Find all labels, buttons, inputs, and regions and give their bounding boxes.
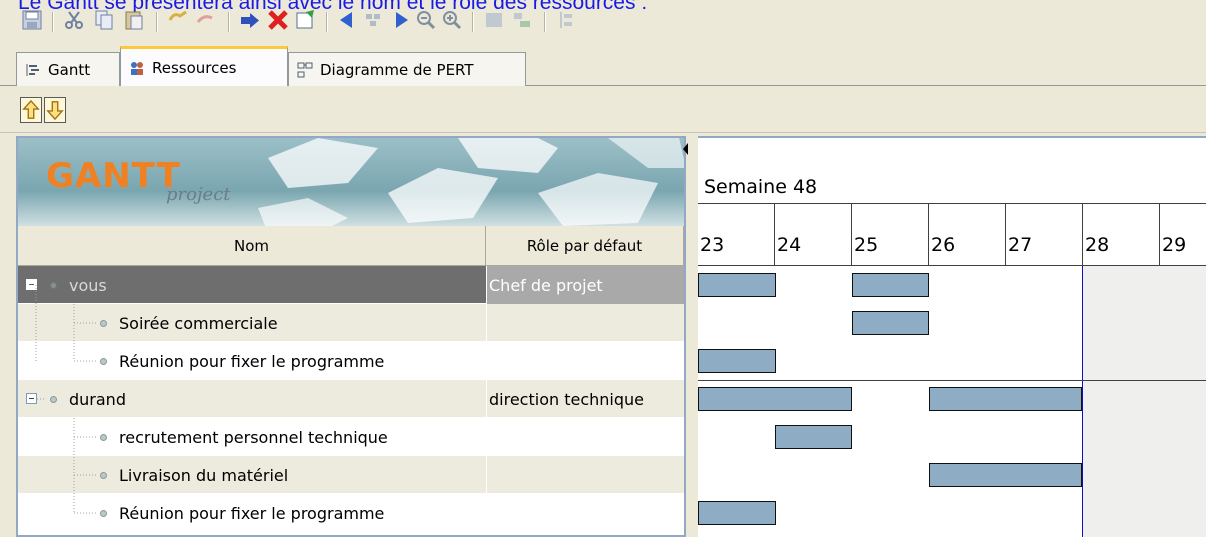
resource-row-vous[interactable]: vous Chef de projet [18,266,684,304]
column-header-role[interactable]: Rôle par défaut [486,226,684,266]
task-bar[interactable] [775,425,852,449]
task-bar[interactable] [852,311,929,335]
panel-splitter[interactable] [682,136,698,537]
properties-icon[interactable] [294,8,318,32]
baseline-icon[interactable] [510,8,534,32]
task-name-cell: Réunion pour fixer le programme [100,494,384,532]
day-header: 23 24 25 26 27 28 29 [698,204,1206,266]
toolbar-separator [472,12,474,32]
toolbar-separator [326,12,328,32]
week-label: Semaine 48 [704,176,818,198]
critical-path-icon[interactable] [482,8,506,32]
task-role-cell[interactable] [486,418,684,456]
tab-gantt-label: Gantt [48,60,91,79]
task-role-cell[interactable] [486,304,684,342]
delete-icon[interactable] [266,8,290,32]
task-name: Soirée commerciale [119,313,278,333]
task-bar[interactable] [929,463,1082,487]
toolbar-separator [156,12,158,32]
toolbar-separator [52,12,54,32]
logo-word: GANTT [46,156,181,196]
pert-icon [297,62,313,77]
resource-row-durand[interactable]: durand direction technique [18,380,684,418]
assignment-bar[interactable] [698,273,776,297]
day-cell: 27 [1005,204,1083,266]
task-row[interactable]: recrutement personnel technique [18,418,684,456]
gantt-window: { "caption": "Le Gantt se présentera ain… [0,0,1206,537]
task-name-cell: Livraison du matériel [100,456,288,494]
gantt-grid [698,266,1206,537]
paste-icon[interactable] [122,8,146,32]
tree-connectors [35,285,96,514]
day-cell: 26 [928,204,1006,266]
task-name: recrutement personnel technique [119,427,388,447]
day-cell: 25 [851,204,929,266]
today-line [1082,266,1083,537]
copy-icon[interactable] [92,8,116,32]
tab-bar: Gantt Ressources Diagramme de PERT [0,44,1206,86]
main-toolbar [0,8,1206,38]
center-icon[interactable] [362,8,386,32]
outline-icon[interactable] [554,8,578,32]
gantt-project-logo: GANTT project [18,138,686,226]
save-icon[interactable] [20,8,44,32]
task-name: Réunion pour fixer le programme [119,503,385,523]
scroll-right-icon[interactable] [388,8,412,32]
gantt-icon [26,63,39,76]
day-cell: 28 [1082,204,1160,266]
zoom-out-icon[interactable] [414,8,438,32]
task-role-cell[interactable] [486,342,684,380]
resource-nav-bar [0,89,1206,133]
move-up-button[interactable] [20,97,42,123]
tab-resources[interactable]: Ressources [120,46,288,86]
task-bar[interactable] [698,349,776,373]
day-cell: 29 [1159,204,1206,266]
task-row[interactable]: Livraison du matériel [18,456,684,494]
link-tasks-icon[interactable] [166,8,190,32]
column-header-name[interactable]: Nom [18,226,486,266]
task-name: Réunion pour fixer le programme [119,351,385,371]
cut-icon[interactable] [62,8,86,32]
tab-resources-label: Ressources [152,58,237,77]
gantt-chart: Semaine 48 23 24 25 26 27 28 29 [698,136,1206,537]
week-header: Semaine 48 [698,140,1206,204]
unlink-tasks-icon[interactable] [194,8,218,32]
indent-icon[interactable] [238,8,262,32]
task-row[interactable]: Réunion pour fixer le programme [18,494,684,532]
task-row[interactable]: Soirée commerciale [18,304,684,342]
task-name-cell: Réunion pour fixer le programme [100,342,384,380]
task-name-cell: Soirée commerciale [100,304,278,342]
resource-table: GANTT project Nom Rôle par défaut vous C… [16,136,686,537]
tab-pert-label: Diagramme de PERT [320,60,474,79]
logo-sub: project [166,184,231,205]
resource-role-cell[interactable]: direction technique [486,380,684,418]
resource-separator [698,380,1206,381]
collapse-arrow-icon[interactable] [682,142,690,156]
task-name-cell: recrutement personnel technique [100,418,388,456]
toolbar-separator [228,12,230,32]
weekend-shading [1082,266,1206,537]
scroll-left-icon[interactable] [336,8,360,32]
resource-role-cell[interactable]: Chef de projet [486,266,684,304]
day-cell: 24 [774,204,852,266]
task-bar[interactable] [698,501,776,525]
move-down-button[interactable] [44,97,66,123]
day-cell: 23 [700,234,725,256]
task-name: Livraison du matériel [119,465,289,485]
tab-pert[interactable]: Diagramme de PERT [288,52,526,86]
zoom-in-icon[interactable] [440,8,464,32]
tab-gantt[interactable]: Gantt [16,52,120,86]
assignment-bar[interactable] [929,387,1082,411]
toolbar-separator [544,12,546,32]
task-role-cell[interactable] [486,494,684,532]
task-role-cell[interactable] [486,456,684,494]
task-row[interactable]: Réunion pour fixer le programme [18,342,684,380]
assignment-bar[interactable] [698,387,852,411]
resources-icon [131,61,143,75]
assignment-bar[interactable] [852,273,929,297]
